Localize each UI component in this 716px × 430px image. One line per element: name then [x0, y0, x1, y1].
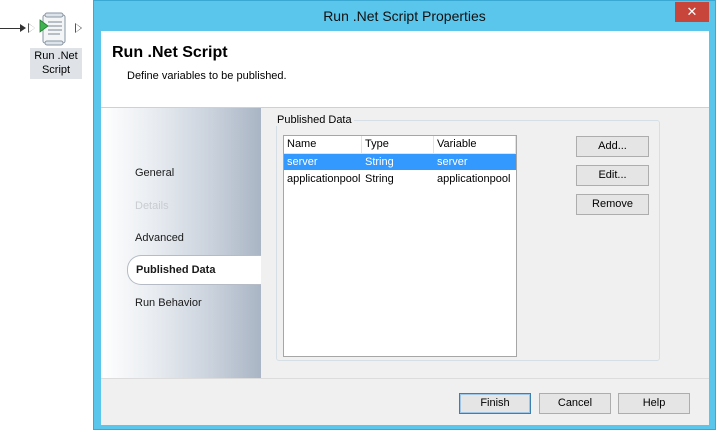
column-header-variable[interactable]: Variable — [434, 136, 516, 153]
dialog-titlebar[interactable]: Run .Net Script Properties ✕ — [94, 1, 715, 31]
cell-name: applicationpool — [287, 173, 361, 185]
close-button[interactable]: ✕ — [675, 2, 709, 22]
output-port-fill — [76, 24, 81, 32]
activity-label-line2: Script — [41, 64, 71, 76]
cell-type: String — [365, 173, 394, 185]
add-button[interactable]: Add... — [576, 136, 649, 157]
cell-variable: server — [437, 156, 468, 168]
dialog-content: Run .Net Script Define variables to be p… — [101, 31, 709, 425]
sidebar-nav: General Details Advanced Published Data … — [101, 108, 261, 378]
activity-label[interactable]: Run .Net Script — [30, 48, 82, 79]
finish-button[interactable]: Finish — [459, 393, 531, 414]
cancel-button[interactable]: Cancel — [539, 393, 611, 414]
close-icon: ✕ — [686, 4, 698, 19]
nav-item-run-behavior[interactable]: Run Behavior — [135, 297, 202, 309]
link-arrowhead-icon — [20, 24, 26, 32]
script-scroll-icon[interactable] — [38, 12, 70, 46]
activity-label-line1: Run .Net — [34, 50, 78, 62]
published-data-list[interactable]: Name Type Variable server String server … — [283, 135, 517, 357]
properties-dialog: Run .Net Script Properties ✕ Run .Net Sc… — [93, 0, 716, 430]
column-header-type[interactable]: Type — [362, 136, 434, 153]
help-button[interactable]: Help — [618, 393, 690, 414]
group-label: Published Data — [275, 114, 354, 126]
list-row[interactable]: server String server — [284, 154, 516, 170]
cell-variable: applicationpool — [437, 173, 511, 185]
input-port-fill — [29, 24, 35, 32]
cell-name: server — [287, 156, 318, 168]
runbook-canvas: Run .Net Script — [0, 0, 94, 430]
header-subtitle: Define variables to be published. — [127, 70, 287, 82]
dialog-header: Run .Net Script Define variables to be p… — [101, 31, 709, 108]
header-title: Run .Net Script — [112, 44, 228, 61]
dialog-footer: Finish Cancel Help — [101, 378, 709, 425]
published-data-panel: Published Data Name Type Variable server… — [261, 108, 709, 378]
list-row[interactable]: applicationpool String applicationpool — [284, 171, 516, 187]
cell-type: String — [365, 156, 394, 168]
column-header-name[interactable]: Name — [284, 136, 362, 153]
nav-item-advanced[interactable]: Advanced — [135, 232, 184, 244]
nav-item-published-data[interactable]: Published Data — [127, 255, 261, 285]
dialog-body: General Details Advanced Published Data … — [101, 108, 709, 378]
incoming-link-line[interactable] — [0, 28, 22, 29]
nav-item-general[interactable]: General — [135, 167, 174, 179]
dialog-title: Run .Net Script Properties — [323, 8, 486, 24]
nav-item-details: Details — [135, 200, 169, 212]
list-header: Name Type Variable — [284, 136, 516, 154]
remove-button[interactable]: Remove — [576, 194, 649, 215]
edit-button[interactable]: Edit... — [576, 165, 649, 186]
